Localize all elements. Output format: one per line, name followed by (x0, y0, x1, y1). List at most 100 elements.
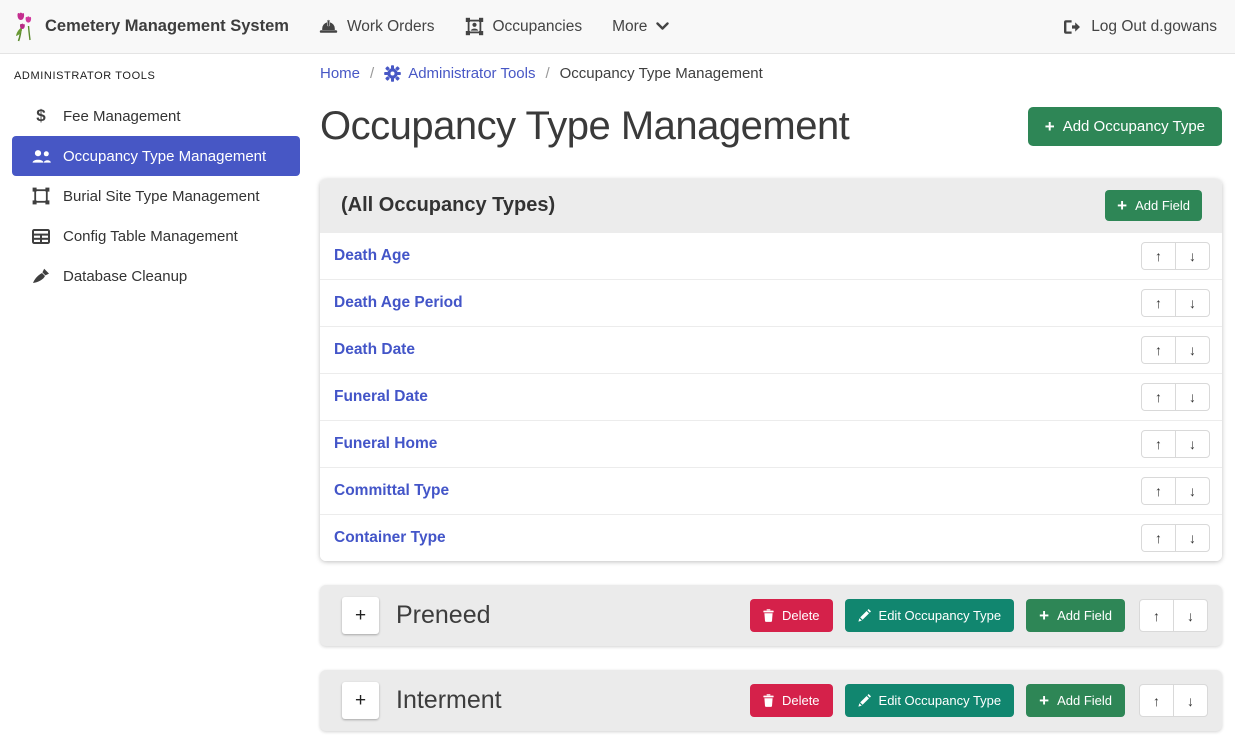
reorder-buttons: ↑ ↓ (1141, 336, 1210, 364)
expand-button[interactable]: + (342, 597, 379, 634)
move-up-button[interactable]: ↑ (1141, 430, 1176, 458)
plot-frame-icon (30, 187, 52, 205)
field-row: Death Age ↑ ↓ (320, 232, 1222, 279)
users-icon (30, 149, 52, 164)
nav-work-orders-label: Work Orders (347, 18, 435, 36)
move-up-button[interactable]: ↑ (1141, 242, 1176, 270)
all-occupancy-types-card: (All Occupancy Types) + Add Field Death … (320, 179, 1222, 561)
sidebar-item-label: Fee Management (63, 108, 181, 125)
plus-icon: + (1117, 197, 1127, 214)
trash-icon (763, 609, 774, 622)
move-up-button[interactable]: ↑ (1141, 383, 1176, 411)
app-title: Cemetery Management System (45, 17, 289, 36)
move-down-button[interactable]: ↓ (1175, 383, 1210, 411)
field-link-funeral-home[interactable]: Funeral Home (334, 435, 437, 453)
move-up-button[interactable]: ↑ (1141, 336, 1176, 364)
chevron-down-icon (656, 22, 669, 31)
sidebar-item-label: Occupancy Type Management (63, 148, 266, 165)
sidebar-item-occupancy-type-management[interactable]: Occupancy Type Management (12, 136, 300, 176)
field-link-death-age-period[interactable]: Death Age Period (334, 294, 463, 312)
move-down-button[interactable]: ↓ (1173, 684, 1208, 717)
reorder-buttons: ↑ ↓ (1141, 289, 1210, 317)
nav-work-orders[interactable]: Work Orders (319, 18, 435, 36)
section-title: Interment (396, 686, 502, 715)
field-row: Funeral Home ↑ ↓ (320, 420, 1222, 467)
reorder-buttons: ↑ ↓ (1141, 430, 1210, 458)
delete-button[interactable]: Delete (750, 599, 833, 632)
expand-button[interactable]: + (342, 682, 379, 719)
breadcrumb-separator: / (545, 65, 549, 82)
edit-occupancy-type-button[interactable]: Edit Occupancy Type (845, 599, 1015, 632)
breadcrumb-home-link[interactable]: Home (320, 65, 360, 82)
add-field-label: Add Field (1057, 693, 1112, 708)
edit-occupancy-type-button[interactable]: Edit Occupancy Type (845, 684, 1015, 717)
add-occupancy-type-label: Add Occupancy Type (1063, 118, 1205, 135)
move-down-button[interactable]: ↓ (1175, 477, 1210, 505)
move-down-button[interactable]: ↓ (1173, 599, 1208, 632)
sidebar-item-config-table-management[interactable]: Config Table Management (12, 216, 300, 256)
sidebar-item-fee-management[interactable]: $ Fee Management (12, 96, 300, 136)
add-field-button[interactable]: + Add Field (1026, 684, 1125, 717)
hard-hat-icon (319, 19, 338, 35)
move-down-button[interactable]: ↓ (1175, 524, 1210, 552)
top-navbar: Cemetery Management System Work Orders O… (0, 0, 1235, 54)
section-preneed: + Preneed Delete Edit Occupancy Type + A… (320, 585, 1222, 646)
add-field-button[interactable]: + Add Field (1105, 190, 1202, 221)
move-down-button[interactable]: ↓ (1175, 336, 1210, 364)
card-title: (All Occupancy Types) (341, 194, 555, 217)
field-row: Death Date ↑ ↓ (320, 326, 1222, 373)
broom-icon (30, 268, 52, 284)
delete-label: Delete (782, 608, 820, 623)
sidebar-item-label: Database Cleanup (63, 268, 187, 285)
logout-icon (1062, 19, 1081, 35)
reorder-buttons: ↑ ↓ (1139, 684, 1208, 717)
dollar-icon: $ (30, 106, 52, 126)
nav-occupancies-label: Occupancies (493, 18, 583, 36)
sidebar-item-burial-site-type-management[interactable]: Burial Site Type Management (12, 176, 300, 216)
page-header: Occupancy Type Management + Add Occupanc… (320, 98, 1222, 154)
move-up-button[interactable]: ↑ (1139, 684, 1174, 717)
breadcrumb-current: Occupancy Type Management (560, 65, 763, 82)
move-up-button[interactable]: ↑ (1139, 599, 1174, 632)
field-link-death-age[interactable]: Death Age (334, 247, 410, 265)
logout-button[interactable]: Log Out d.gowans (1062, 18, 1217, 36)
reorder-buttons: ↑ ↓ (1141, 524, 1210, 552)
field-link-death-date[interactable]: Death Date (334, 341, 415, 359)
section-title: Preneed (396, 601, 491, 630)
tulip-logo-icon (14, 12, 35, 42)
edit-occupancy-type-label: Edit Occupancy Type (879, 693, 1002, 708)
occupancy-plot-icon (465, 17, 484, 36)
all-occupancy-types-header: (All Occupancy Types) + Add Field (320, 179, 1222, 232)
delete-label: Delete (782, 693, 820, 708)
nav-more-label: More (612, 18, 647, 36)
move-up-button[interactable]: ↑ (1141, 477, 1176, 505)
plus-icon: + (1039, 607, 1049, 624)
sidebar: ADMINISTRATOR TOOLS $ Fee Management Occ… (0, 54, 312, 296)
plus-icon: + (1039, 692, 1049, 709)
breadcrumb-admin-tools-link[interactable]: Administrator Tools (384, 65, 535, 82)
add-occupancy-type-button[interactable]: + Add Occupancy Type (1028, 107, 1222, 146)
pencil-icon (858, 609, 871, 622)
sidebar-item-database-cleanup[interactable]: Database Cleanup (12, 256, 300, 296)
field-link-container-type[interactable]: Container Type (334, 529, 446, 547)
move-down-button[interactable]: ↓ (1175, 430, 1210, 458)
gear-icon (384, 65, 401, 82)
plus-icon: + (1045, 118, 1055, 135)
add-field-button[interactable]: + Add Field (1026, 599, 1125, 632)
move-up-button[interactable]: ↑ (1141, 524, 1176, 552)
app-brand[interactable]: Cemetery Management System (14, 12, 289, 42)
move-up-button[interactable]: ↑ (1141, 289, 1176, 317)
move-down-button[interactable]: ↓ (1175, 289, 1210, 317)
move-down-button[interactable]: ↓ (1175, 242, 1210, 270)
field-link-funeral-date[interactable]: Funeral Date (334, 388, 428, 406)
section-interment: + Interment Delete Edit Occupancy Type +… (320, 670, 1222, 731)
sidebar-item-label: Burial Site Type Management (63, 188, 260, 205)
add-field-label: Add Field (1135, 198, 1190, 213)
field-link-committal-type[interactable]: Committal Type (334, 482, 449, 500)
nav-occupancies[interactable]: Occupancies (465, 17, 583, 36)
sidebar-heading: ADMINISTRATOR TOOLS (14, 70, 300, 82)
field-row: Container Type ↑ ↓ (320, 514, 1222, 561)
delete-button[interactable]: Delete (750, 684, 833, 717)
nav-more[interactable]: More (612, 18, 669, 36)
field-row: Funeral Date ↑ ↓ (320, 373, 1222, 420)
